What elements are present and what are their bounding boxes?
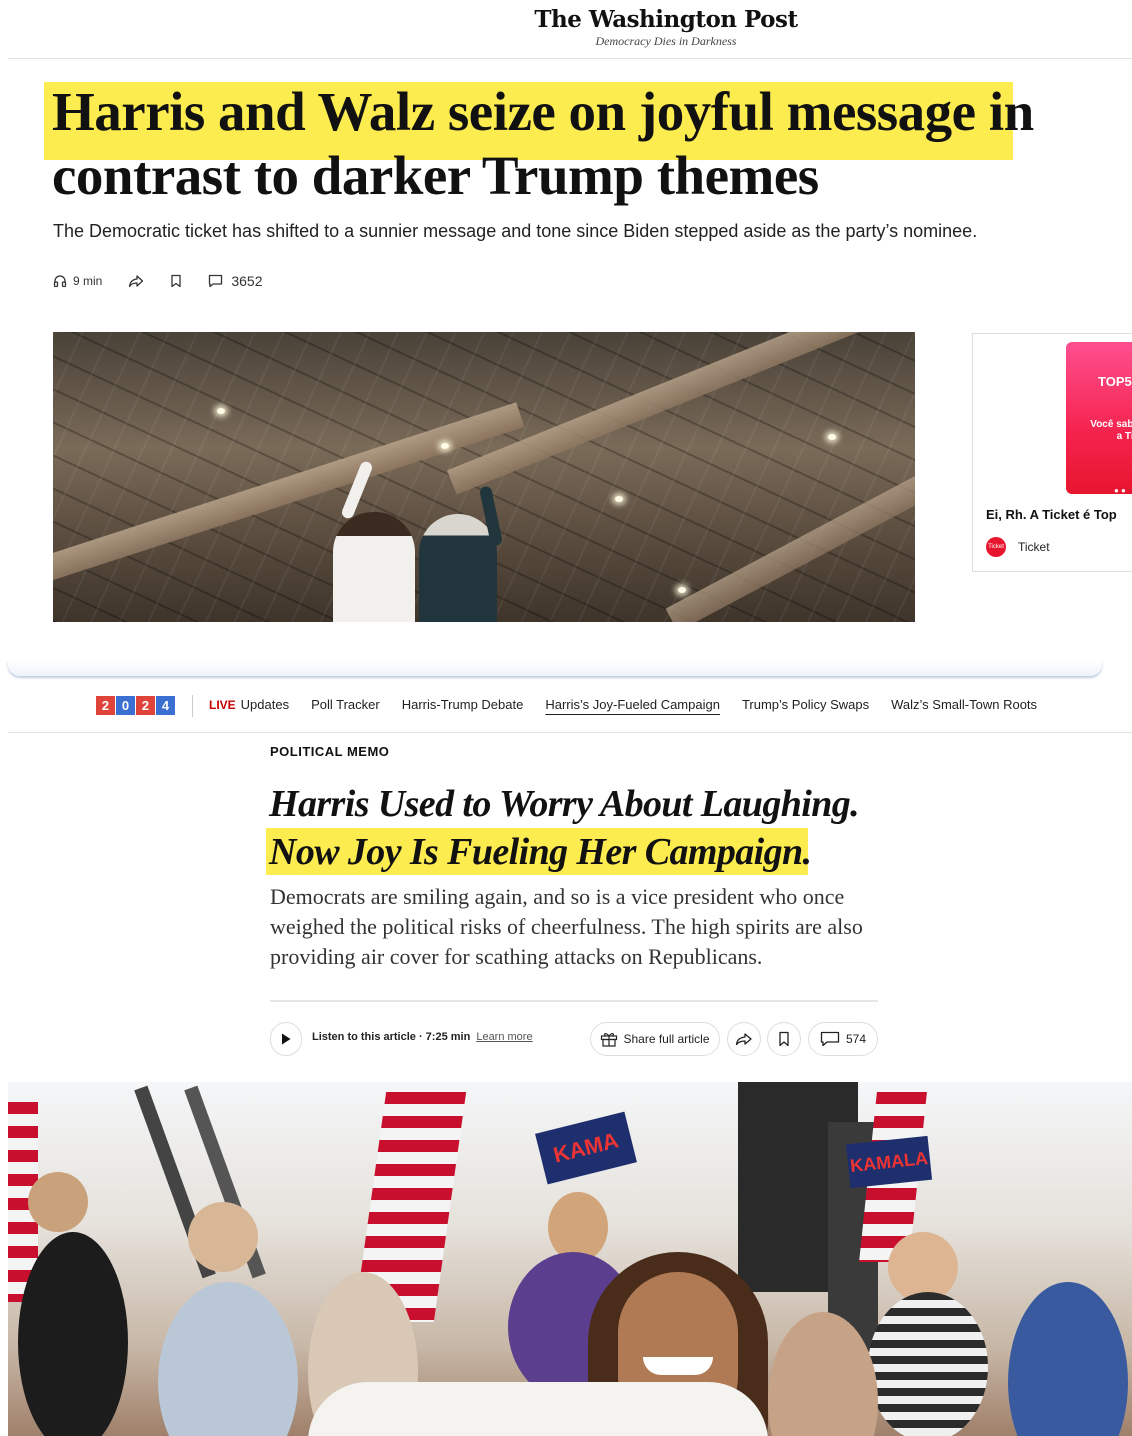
listen-button[interactable]: 9 min [53, 274, 102, 288]
ticket-logo-icon: Ticket [986, 537, 1006, 557]
photo-light [678, 587, 686, 593]
share-arrow-icon [129, 275, 144, 288]
sponsored-ad-card[interactable]: TOP5 Você sab que a Ti Top ● ● Ei, Rh. A… [972, 333, 1132, 572]
ad-brand[interactable]: Ticket Ticket [986, 537, 1050, 557]
nyt-kicker[interactable]: POLITICAL MEMO [270, 744, 389, 759]
ad-dots-icon: ● ● [1114, 486, 1126, 494]
comments-button[interactable]: 3652 [208, 273, 263, 289]
bookmark-icon [171, 274, 181, 288]
screenshot-divider [8, 642, 1132, 678]
listen-info: Listen to this article · 7:25 min Learn m… [312, 1031, 533, 1043]
share-full-article-button[interactable]: Share full article [590, 1022, 720, 1056]
photo-light [615, 496, 623, 502]
wapo-lead-photo [53, 332, 915, 622]
comment-icon [209, 274, 223, 288]
nav-separator [192, 695, 193, 717]
photo-person [333, 512, 415, 622]
nav-item-poll-tracker[interactable]: Poll Tracker [311, 697, 380, 712]
bookmark-icon [779, 1031, 789, 1047]
bookmark-button[interactable] [170, 274, 182, 288]
wapo-headline: Harris and Walz seize on joyful message … [52, 81, 1034, 206]
nyt-headline: Harris Used to Worry About Laughing. Now… [269, 780, 909, 876]
crowd-person [158, 1282, 298, 1436]
ad-copy: Você sab que a Ti Top [1090, 419, 1132, 442]
learn-more-link[interactable]: Learn more [476, 1031, 532, 1043]
wapo-article-tools: 9 min 3652 [53, 271, 289, 291]
wapo-dek: The Democratic ticket has shifted to a s… [53, 221, 978, 241]
ad-badge: TOP5 [1098, 374, 1132, 389]
wapo-article-panel: The Washington Post Democracy Dies in Da… [0, 0, 1132, 640]
nav-links: LIVE Updates Poll Tracker Harris-Trump De… [209, 697, 1059, 712]
wapo-logo[interactable]: The Washington Post [0, 6, 1132, 33]
share-button[interactable] [128, 274, 144, 288]
crowd-person [28, 1172, 88, 1232]
nav-item-policy-swaps[interactable]: Trump’s Policy Swaps [742, 697, 869, 712]
nav-item-joy-campaign[interactable]: Harris’s Joy-Fueled Campaign [545, 697, 720, 712]
photo-beam [665, 458, 915, 622]
nyt-headline-line2: Now Joy Is Fueling Her Campaign. [269, 831, 812, 873]
nav-item-debate[interactable]: Harris-Trump Debate [402, 697, 524, 712]
election-2024-logo[interactable]: 2 0 2 4 [96, 696, 176, 715]
crowd-person [188, 1202, 258, 1272]
nyt-dek: Democrats are smiling again, and so is a… [270, 884, 863, 969]
listen-time: 9 min [73, 274, 103, 288]
wapo-masthead: The Washington Post Democracy Dies in Da… [0, 6, 1132, 49]
year-digit: 4 [156, 696, 175, 715]
comments-button[interactable]: 574 [808, 1022, 878, 1056]
crowd-person [868, 1292, 988, 1436]
headphones-icon [53, 275, 67, 288]
year-digit: 0 [116, 696, 135, 715]
photo-light [441, 443, 449, 449]
nav-item-label: Updates [240, 697, 290, 712]
crowd-person [1008, 1282, 1128, 1436]
listen-label: Listen to this article · 7:25 min [312, 1031, 471, 1043]
ad-brand-name: Ticket [1018, 540, 1050, 554]
ad-image: TOP5 Você sab que a Ti Top ● ● [1066, 342, 1132, 494]
play-icon [282, 1033, 291, 1045]
wapo-tagline: Democracy Dies in Darkness [595, 34, 737, 48]
crowd-person [18, 1232, 128, 1436]
nyt-lead-photo: KAMA KAMALA [8, 1082, 1132, 1436]
browser-edge [8, 660, 1102, 676]
wapo-header-divider [8, 58, 1132, 59]
comment-count: 3652 [231, 273, 263, 289]
play-audio-button[interactable] [270, 1022, 302, 1056]
comment-count: 574 [845, 1032, 867, 1046]
year-digit: 2 [136, 696, 155, 715]
nyt-election-nav: 2 0 2 4 LIVE Updates Poll Tracker Harris-… [8, 683, 1132, 733]
nyt-dek-divider [270, 1000, 878, 1002]
comment-icon [820, 1031, 840, 1047]
photo-light [217, 408, 225, 414]
share-button[interactable] [727, 1022, 761, 1056]
nyt-headline-line1: Harris Used to Worry About Laughing. [269, 783, 860, 825]
photo-harris-smile [643, 1357, 713, 1375]
nav-item-live-updates[interactable]: LIVE Updates [209, 697, 289, 712]
save-button[interactable] [767, 1022, 801, 1056]
photo-person [419, 514, 497, 622]
kamala-sign: KAMALA [845, 1135, 933, 1189]
share-label: Share full article [623, 1032, 710, 1046]
nyt-article-tools: Listen to this article · 7:25 min Learn m… [270, 1022, 890, 1056]
nav-item-walz-roots[interactable]: Walz’s Small-Town Roots [891, 697, 1037, 712]
kamala-sign: KAMA [535, 1111, 637, 1185]
photo-white-suit [308, 1382, 768, 1436]
gift-icon [601, 1033, 618, 1047]
live-label: LIVE [209, 698, 236, 712]
share-arrow-icon [735, 1033, 752, 1046]
ad-title[interactable]: Ei, Rh. A Ticket é Top [986, 507, 1117, 522]
year-digit: 2 [96, 696, 115, 715]
photo-light [828, 434, 836, 440]
